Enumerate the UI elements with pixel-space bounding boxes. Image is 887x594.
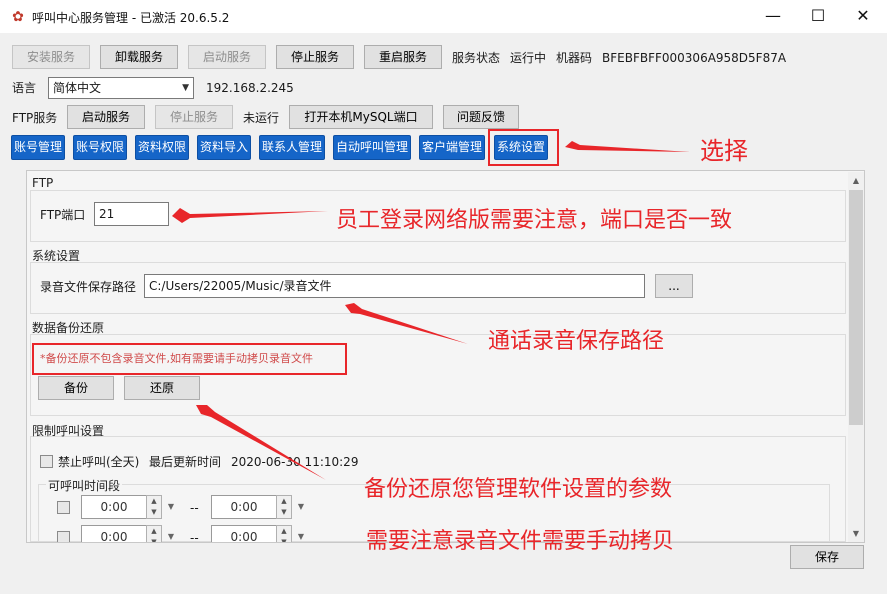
ftp-port-input[interactable]: 21 bbox=[94, 202, 169, 226]
minimize-icon[interactable]: — bbox=[750, 0, 796, 33]
ftp-start-button[interactable]: 启动服务 bbox=[67, 105, 145, 129]
call-period-title: 可呼叫时间段 bbox=[46, 477, 123, 494]
recording-path-label: 录音文件保存路径 bbox=[40, 280, 137, 294]
ban-calls-label: 禁止呼叫(全天) bbox=[58, 455, 140, 469]
restore-button[interactable]: 还原 bbox=[124, 376, 200, 400]
period-1-end-stepper[interactable]: ▲ ▼ bbox=[276, 495, 292, 519]
tab-account-permission[interactable]: 账号权限 bbox=[73, 135, 127, 160]
period-2-start-stepper[interactable]: ▲ ▼ bbox=[146, 525, 162, 542]
chevron-down-icon: ▼ bbox=[182, 83, 189, 93]
language-select[interactable]: 简体中文 ▼ bbox=[48, 77, 194, 99]
period-2-end-input[interactable]: 0:00 bbox=[211, 525, 277, 542]
tab-contact-management[interactable]: 联系人管理 bbox=[259, 135, 325, 160]
gear-app-icon: ✿ bbox=[12, 9, 24, 25]
call-limit-group-title: 限制呼叫设置 bbox=[32, 424, 105, 438]
restart-service-button[interactable]: 重启服务 bbox=[364, 45, 442, 69]
period-2-separator: -- bbox=[190, 531, 199, 542]
tab-data-import[interactable]: 资料导入 bbox=[197, 135, 251, 160]
ban-calls-checkbox[interactable] bbox=[40, 455, 53, 468]
backup-note-highlight bbox=[32, 343, 347, 375]
recording-path-input[interactable]: C:/Users/22005/Music/录音文件 bbox=[144, 274, 645, 298]
backup-restore-group-title: 数据备份还原 bbox=[32, 321, 105, 335]
chevron-down-icon[interactable]: ▼ bbox=[164, 525, 178, 542]
start-service-button[interactable]: 启动服务 bbox=[188, 45, 266, 69]
ftp-stop-button[interactable]: 停止服务 bbox=[155, 105, 233, 129]
ip-address: 192.168.2.245 bbox=[206, 81, 294, 95]
tab-data-permission[interactable]: 资料权限 bbox=[135, 135, 189, 160]
scrollbar-thumb[interactable] bbox=[849, 190, 863, 425]
service-status-label: 服务状态 bbox=[452, 51, 501, 65]
annotation-copy-note: 需要注意录音文件需要手动拷贝 bbox=[366, 529, 675, 554]
backup-button[interactable]: 备份 bbox=[38, 376, 114, 400]
period-2-start-input[interactable]: 0:00 bbox=[81, 525, 147, 542]
tab-client-management[interactable]: 客户端管理 bbox=[419, 135, 485, 160]
uninstall-service-button[interactable]: 卸载服务 bbox=[100, 45, 178, 69]
annotation-path-note: 通话录音保存路径 bbox=[488, 329, 665, 354]
install-service-button[interactable]: 安装服务 bbox=[12, 45, 90, 69]
feedback-button[interactable]: 问题反馈 bbox=[443, 105, 519, 129]
last-updated-value: 2020-06-30 11:10:29 bbox=[231, 455, 359, 469]
chevron-down-icon[interactable]: ▼ bbox=[294, 525, 308, 542]
chevron-down-icon[interactable]: ▼ bbox=[294, 495, 308, 519]
period-1-start-input[interactable]: 0:00 bbox=[81, 495, 147, 519]
last-updated-label: 最后更新时间 bbox=[149, 455, 222, 469]
ftp-service-label: FTP服务 bbox=[12, 111, 58, 125]
machine-code-value: BFEBFBFF000306A958D5F87A bbox=[602, 51, 787, 65]
period-2-end-stepper[interactable]: ▲ ▼ bbox=[276, 525, 292, 542]
period-1-start-stepper[interactable]: ▲ ▼ bbox=[146, 495, 162, 519]
system-settings-highlight bbox=[488, 129, 559, 166]
stop-service-button[interactable]: 停止服务 bbox=[276, 45, 354, 69]
arrow-to-system-settings bbox=[565, 141, 690, 152]
annotation-select: 选择 bbox=[700, 137, 748, 165]
open-mysql-port-button[interactable]: 打开本机MySQL端口 bbox=[289, 105, 433, 129]
service-status-value: 运行中 bbox=[510, 51, 547, 65]
system-settings-group-title: 系统设置 bbox=[32, 249, 81, 263]
window-title: 呼叫中心服务管理 - 已激活 20.6.5.2 bbox=[32, 11, 230, 25]
annotation-port-note: 员工登录网络版需要注意，端口是否一致 bbox=[336, 208, 733, 233]
chevron-down-icon[interactable]: ▼ bbox=[164, 495, 178, 519]
save-button[interactable]: 保存 bbox=[790, 545, 864, 569]
language-label: 语言 bbox=[12, 81, 37, 95]
annotation-backup-note: 备份还原您管理软件设置的参数 bbox=[364, 477, 673, 502]
period-1-checkbox[interactable] bbox=[57, 501, 70, 514]
tab-auto-call-management[interactable]: 自动呼叫管理 bbox=[333, 135, 411, 160]
machine-code-label: 机器码 bbox=[556, 51, 593, 65]
period-1-end-input[interactable]: 0:00 bbox=[211, 495, 277, 519]
maximize-icon[interactable]: ☐ bbox=[795, 0, 841, 33]
scroll-up-icon[interactable]: ▲ bbox=[848, 173, 864, 189]
browse-path-button[interactable]: ... bbox=[655, 274, 693, 298]
period-1-separator: -- bbox=[190, 501, 199, 515]
ftp-status: 未运行 bbox=[243, 111, 280, 125]
period-2-checkbox[interactable] bbox=[57, 531, 70, 542]
tab-account-management[interactable]: 账号管理 bbox=[11, 135, 65, 160]
ftp-group-title: FTP bbox=[32, 176, 54, 190]
close-icon[interactable]: ✕ bbox=[840, 0, 886, 33]
ftp-port-label: FTP端口 bbox=[40, 208, 86, 222]
language-selected: 简体中文 bbox=[53, 81, 102, 95]
scroll-down-icon[interactable]: ▼ bbox=[848, 526, 864, 542]
